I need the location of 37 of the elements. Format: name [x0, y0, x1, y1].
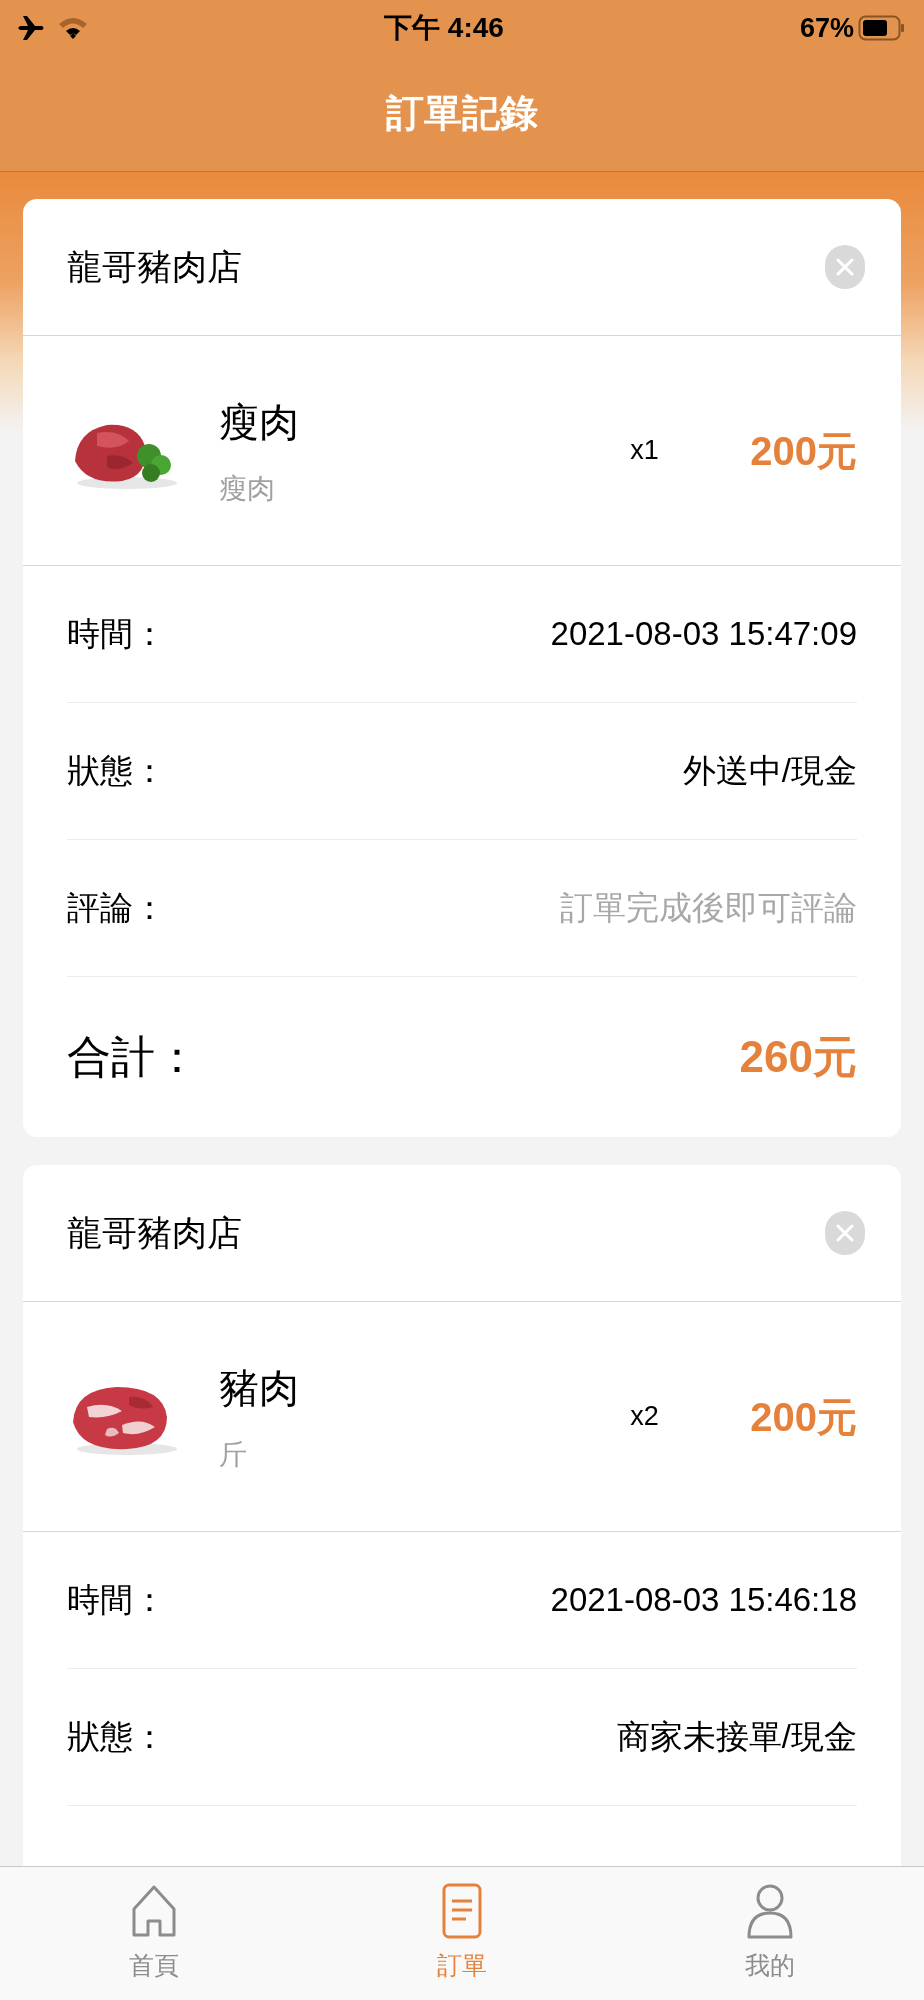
item-price: 200元 [750, 427, 857, 475]
detail-label: 狀態： [67, 1717, 166, 1758]
battery-percent: 67% [799, 11, 854, 45]
total-amount: 260元 [739, 1031, 857, 1083]
battery-icon [858, 15, 906, 41]
airplane-icon [18, 15, 46, 41]
detail-value: 訂單完成後即可評論 [560, 888, 857, 929]
detail-value: 外送中/現金 [682, 751, 857, 792]
item-quantity: x1 [630, 434, 660, 468]
tab-bar-item[interactable]: 我的 [616, 1867, 924, 2000]
detail-value: 商家未接單/現金 [616, 1717, 857, 1758]
tab-bar-item[interactable]: 首頁 [0, 1867, 308, 2000]
store-name: 龍哥豬肉店 [67, 245, 242, 288]
detail-label: 時間： [67, 1580, 166, 1621]
item-quantity: x2 [630, 1400, 660, 1434]
tab-bar-item[interactable]: 訂單 [308, 1867, 616, 2000]
status-time: 下午 4:46 [384, 11, 504, 45]
document-icon [442, 1882, 482, 1939]
store-name: 龍哥豬肉店 [67, 1211, 242, 1254]
item-name: 豬肉 [219, 1364, 300, 1412]
detail-label: 評論： [67, 888, 166, 929]
total-label: 合計： [67, 1031, 199, 1083]
close-icon [836, 258, 854, 276]
person-icon [746, 1882, 794, 1939]
detail-value: 2021-08-03 15:47:09 [550, 614, 857, 655]
item-unit: 瘦肉 [219, 471, 276, 506]
detail-value: 2021-08-03 15:46:18 [550, 1580, 857, 1621]
item-unit: 斤 [219, 1437, 248, 1472]
detail-label: 時間： [67, 614, 166, 655]
item-name: 瘦肉 [219, 398, 300, 446]
close-icon [836, 1224, 854, 1242]
item-price: 200元 [750, 1393, 857, 1441]
page-title: 訂單記錄 [386, 91, 538, 136]
close-button[interactable] [825, 245, 865, 289]
wifi-icon [58, 16, 88, 40]
detail-label: 狀態： [67, 751, 166, 792]
close-button[interactable] [825, 1211, 865, 1255]
